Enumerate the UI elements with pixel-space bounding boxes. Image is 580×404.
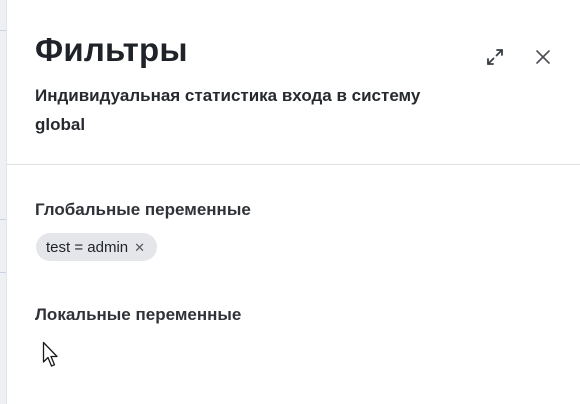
mouse-cursor-icon bbox=[42, 341, 58, 367]
close-button[interactable] bbox=[530, 44, 556, 70]
local-variables-title: Локальные переменные bbox=[35, 305, 242, 324]
panel-title: Фильтры bbox=[35, 31, 188, 68]
global-variables-title: Глобальные переменные bbox=[35, 200, 251, 219]
panel-header: Фильтры Индивидуальная статистика входа … bbox=[7, 0, 580, 165]
close-small-icon[interactable]: ✕ bbox=[134, 241, 145, 254]
expand-button[interactable] bbox=[482, 44, 508, 70]
variable-chip[interactable]: test = admin ✕ bbox=[36, 233, 158, 261]
expand-arrows-icon bbox=[487, 49, 503, 65]
filters-panel: Фильтры Индивидуальная статистика входа … bbox=[6, 0, 580, 404]
chip-label: test = admin bbox=[46, 238, 129, 256]
panel-subtitle: Индивидуальная статистика входа в систем… bbox=[35, 86, 421, 134]
close-icon bbox=[536, 50, 550, 64]
